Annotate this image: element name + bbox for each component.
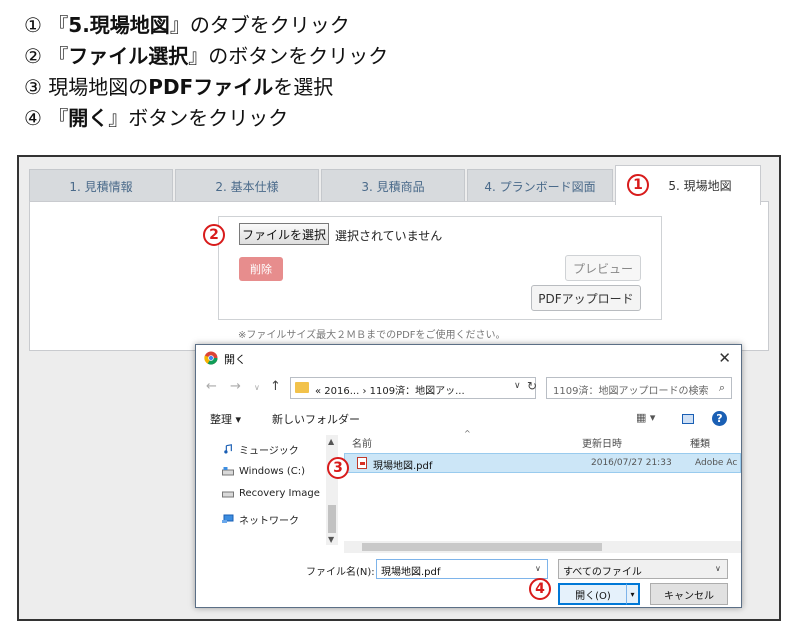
upload-box: ファイルを選択 選択されていません 削除 プレビュー PDFアップロード [218, 216, 662, 320]
chevron-down-icon[interactable]: ∨ [514, 381, 521, 391]
marker-1: 1 [627, 174, 649, 196]
screenshot-frame: 1. 見積情報 2. 基本仕様 3. 見積商品 4. プランボード図面 5. 現… [17, 155, 781, 621]
preview-button[interactable]: プレビュー [565, 255, 641, 281]
dialog-toolbar: 整理 ▾ 新しいフォルダー ▦ ▾ ? [196, 407, 741, 431]
preview-pane-icon[interactable] [682, 414, 694, 424]
open-split-dropdown[interactable]: ▾ [626, 583, 640, 605]
help-icon[interactable]: ? [712, 411, 727, 426]
chevron-down-icon[interactable]: ∨ [535, 564, 541, 573]
scrollbar-thumb[interactable] [362, 543, 602, 551]
step-number: ① [24, 13, 42, 37]
dialog-buttons: 開く(O) ▾ キャンセル [196, 583, 741, 607]
step-keyword: 5.現場地図 [68, 13, 170, 37]
dialog-title: 開く [224, 353, 246, 366]
drive-icon [222, 491, 234, 498]
address-bar[interactable]: « 2016... › 1109済：地図アッ... [290, 377, 536, 399]
refresh-icon[interactable]: ↻ [527, 379, 537, 393]
step-keyword: 開く [68, 106, 109, 130]
search-icon: ⌕ [718, 381, 725, 394]
open-file-dialog: 開く ✕ ← → ∨ ↑ « 2016... › 1109済：地図アッ... ∨… [195, 344, 742, 608]
step-number: ③ [24, 75, 42, 99]
view-options-icon[interactable]: ▦ ▾ [636, 411, 655, 424]
tab-estimate-products[interactable]: 3. 見積商品 [321, 169, 465, 203]
filename-input[interactable]: 現場地図.pdf ∨ [376, 559, 548, 579]
marker-3: 3 [327, 457, 349, 479]
file-type: Adobe Ac [695, 458, 738, 468]
estimate-panel: 1. 見積情報 2. 基本仕様 3. 見積商品 4. プランボード図面 5. 現… [19, 157, 779, 357]
music-note-icon [224, 444, 232, 454]
column-name[interactable]: 名前 [352, 435, 372, 450]
chevron-down-icon: ∨ [715, 564, 721, 573]
no-file-text: 選択されていません [335, 229, 443, 243]
marker-4: 4 [529, 578, 551, 600]
file-type-select[interactable]: すべてのファイル ∨ [558, 559, 728, 579]
network-icon [222, 514, 234, 523]
nav-item-windows-c[interactable]: Windows (C:) [222, 461, 305, 481]
navigation-pane: ミュージック Windows (C:) Recovery Image ネットワー… [196, 435, 326, 543]
step-number: ② [24, 44, 42, 68]
marker-2: 2 [203, 224, 225, 246]
step-number: ④ [24, 106, 42, 130]
tab-bar: 1. 見積情報 2. 基本仕様 3. 見積商品 4. プランボード図面 5. 現… [29, 165, 769, 205]
file-type-value: すべてのファイル [563, 567, 642, 578]
folder-icon [295, 382, 309, 393]
file-list-scrollbar[interactable] [344, 541, 741, 553]
open-button[interactable]: 開く(O) [558, 583, 628, 605]
tab-basic-spec[interactable]: 2. 基本仕様 [175, 169, 319, 203]
nav-item-network[interactable]: ネットワーク [222, 509, 299, 529]
choose-file-button[interactable]: ファイルを選択 [239, 223, 329, 245]
tab-content: ファイルを選択 選択されていません 削除 プレビュー PDFアップロード ※ファ… [29, 201, 769, 351]
file-name: 現場地図.pdf [373, 461, 433, 472]
organize-menu[interactable]: 整理 ▾ [210, 411, 241, 427]
tab-planboard-drawing[interactable]: 4. プランボード図面 [467, 169, 613, 203]
address-row: ← → ∨ ↑ « 2016... › 1109済：地図アッ... ∨ ↻ 11… [196, 375, 741, 401]
nav-scrollbar[interactable]: ▲ ▼ [326, 435, 338, 545]
nav-item-music[interactable]: ミュージック [222, 439, 299, 459]
pdf-upload-button[interactable]: PDFアップロード [531, 285, 641, 311]
filename-row: ファイル名(N): 現場地図.pdf ∨ すべてのファイル ∨ [196, 557, 741, 581]
dialog-title-bar: 開く ✕ [196, 345, 741, 371]
step-keyword: ファイル選択 [68, 44, 189, 68]
instruction-step-1: ① 『5.現場地図』のタブをクリック [24, 13, 350, 37]
column-type[interactable]: 種類 [690, 435, 710, 450]
instruction-step-3: ③ 現場地図のPDFファイルを選択 [24, 75, 334, 99]
new-folder-button[interactable]: 新しいフォルダー [272, 411, 360, 427]
close-icon[interactable]: ✕ [718, 349, 731, 367]
file-modified: 2016/07/27 21:33 [591, 458, 672, 468]
forward-arrow-icon[interactable]: → [230, 379, 241, 394]
file-list: 名前 ^ 更新日時 種類 現場地図.pdf 2016/07/27 21:33 A… [344, 429, 741, 545]
cancel-button[interactable]: キャンセル [650, 583, 728, 605]
instructions: ① 『5.現場地図』のタブをクリック ② 『ファイル選択』のボタンをクリック ③… [24, 10, 784, 134]
filename-value: 現場地図.pdf [381, 567, 441, 578]
address-path: « 2016... › 1109済：地図アッ... [315, 386, 465, 397]
up-arrow-icon[interactable]: ↑ [270, 379, 281, 394]
tab-estimate-info[interactable]: 1. 見積情報 [29, 169, 173, 203]
filename-label: ファイル名(N): [306, 567, 375, 578]
delete-button[interactable]: 削除 [239, 257, 283, 281]
instruction-step-2: ② 『ファイル選択』のボタンをクリック [24, 44, 389, 68]
column-modified[interactable]: 更新日時 [582, 435, 622, 450]
drive-icon [222, 467, 234, 476]
file-size-note: ※ファイルサイズ最大２ＭＢまでのPDFをご使用ください。 [238, 330, 506, 341]
scroll-up-icon[interactable]: ▲ [328, 437, 334, 446]
step-keyword: PDFファイル [148, 75, 274, 99]
scrollbar-thumb[interactable] [328, 505, 336, 533]
sort-caret-icon: ^ [464, 429, 471, 438]
search-placeholder: 1109済：地図アップロードの検索 [553, 386, 709, 397]
search-input[interactable]: 1109済：地図アップロードの検索 ⌕ [546, 377, 732, 399]
nav-item-recovery-image[interactable]: Recovery Image [222, 483, 320, 503]
back-arrow-icon[interactable]: ← [206, 379, 217, 394]
pdf-icon [357, 457, 367, 469]
recent-dropdown-icon[interactable]: ∨ [254, 383, 260, 392]
chrome-icon [204, 351, 218, 365]
file-row[interactable]: 現場地図.pdf 2016/07/27 21:33 Adobe Ac [344, 453, 741, 473]
instruction-step-4: ④ 『開く』ボタンをクリック [24, 106, 289, 130]
scroll-down-icon[interactable]: ▼ [328, 535, 334, 544]
